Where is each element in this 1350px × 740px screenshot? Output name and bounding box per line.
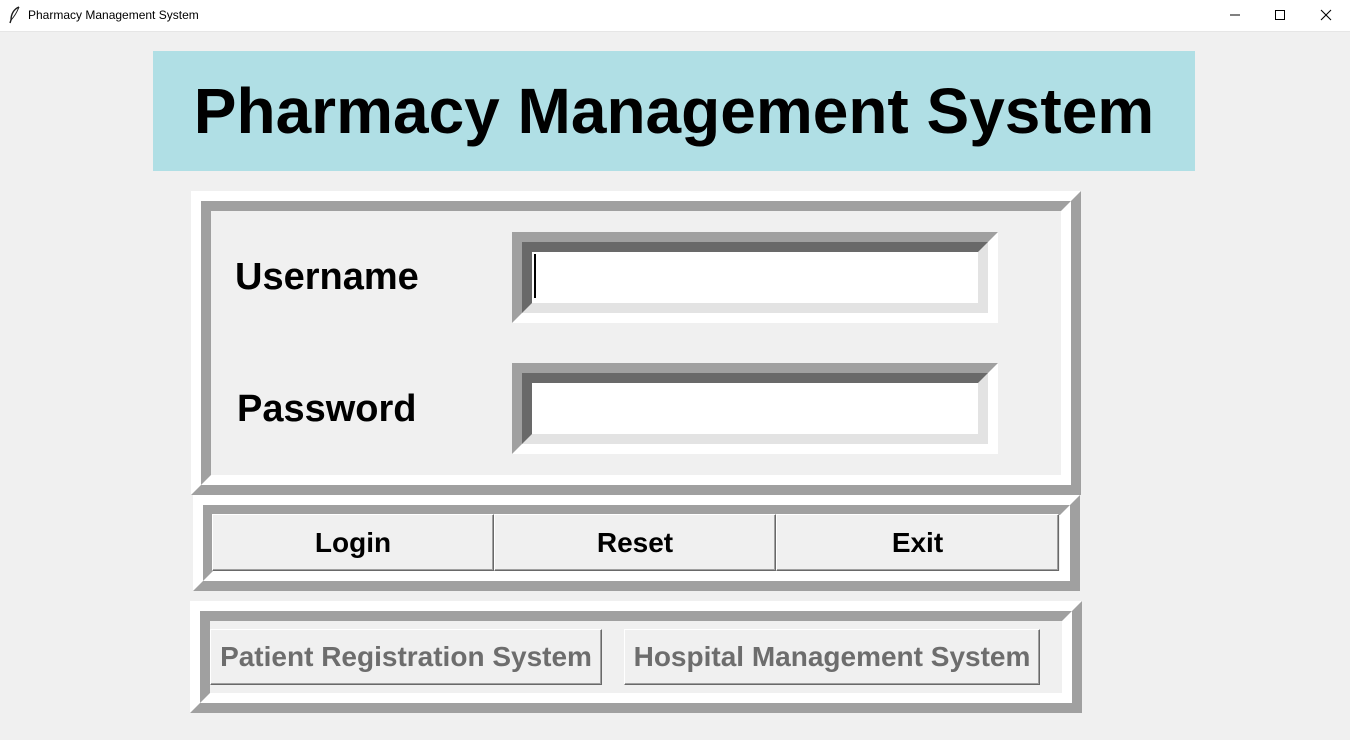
header-banner: Pharmacy Management System	[153, 51, 1195, 171]
page-title: Pharmacy Management System	[193, 75, 1155, 147]
login-button-label: Login	[314, 527, 392, 558]
username-input[interactable]	[532, 252, 978, 303]
hospital-management-button[interactable]: Hospital Management System	[624, 629, 1040, 685]
close-icon	[1320, 9, 1332, 21]
maximize-icon	[1275, 10, 1285, 20]
username-field-frame	[512, 232, 998, 323]
username-label: Username	[235, 256, 419, 298]
window-titlebar: Pharmacy Management System	[0, 0, 1350, 32]
minimize-icon	[1230, 14, 1240, 16]
exit-button[interactable]: Exit	[776, 514, 1059, 571]
minimize-button[interactable]	[1212, 0, 1258, 31]
patient-registration-button[interactable]: Patient Registration System	[210, 629, 602, 685]
hospital-management-label: Hospital Management System	[633, 641, 1031, 672]
feather-icon	[9, 6, 20, 24]
text-cursor	[534, 254, 536, 298]
exit-button-label: Exit	[891, 527, 944, 558]
reset-button-label: Reset	[596, 527, 674, 558]
window-title: Pharmacy Management System	[28, 8, 199, 22]
password-label: Password	[237, 388, 417, 430]
login-button[interactable]: Login	[212, 514, 494, 571]
maximize-button[interactable]	[1257, 0, 1303, 31]
password-field-frame	[512, 363, 998, 454]
password-input[interactable]	[532, 383, 978, 434]
patient-registration-label: Patient Registration System	[220, 641, 592, 672]
username-field-bevel	[522, 242, 988, 313]
reset-button[interactable]: Reset	[494, 514, 776, 571]
close-button[interactable]	[1303, 0, 1349, 31]
password-field-bevel	[522, 373, 988, 444]
